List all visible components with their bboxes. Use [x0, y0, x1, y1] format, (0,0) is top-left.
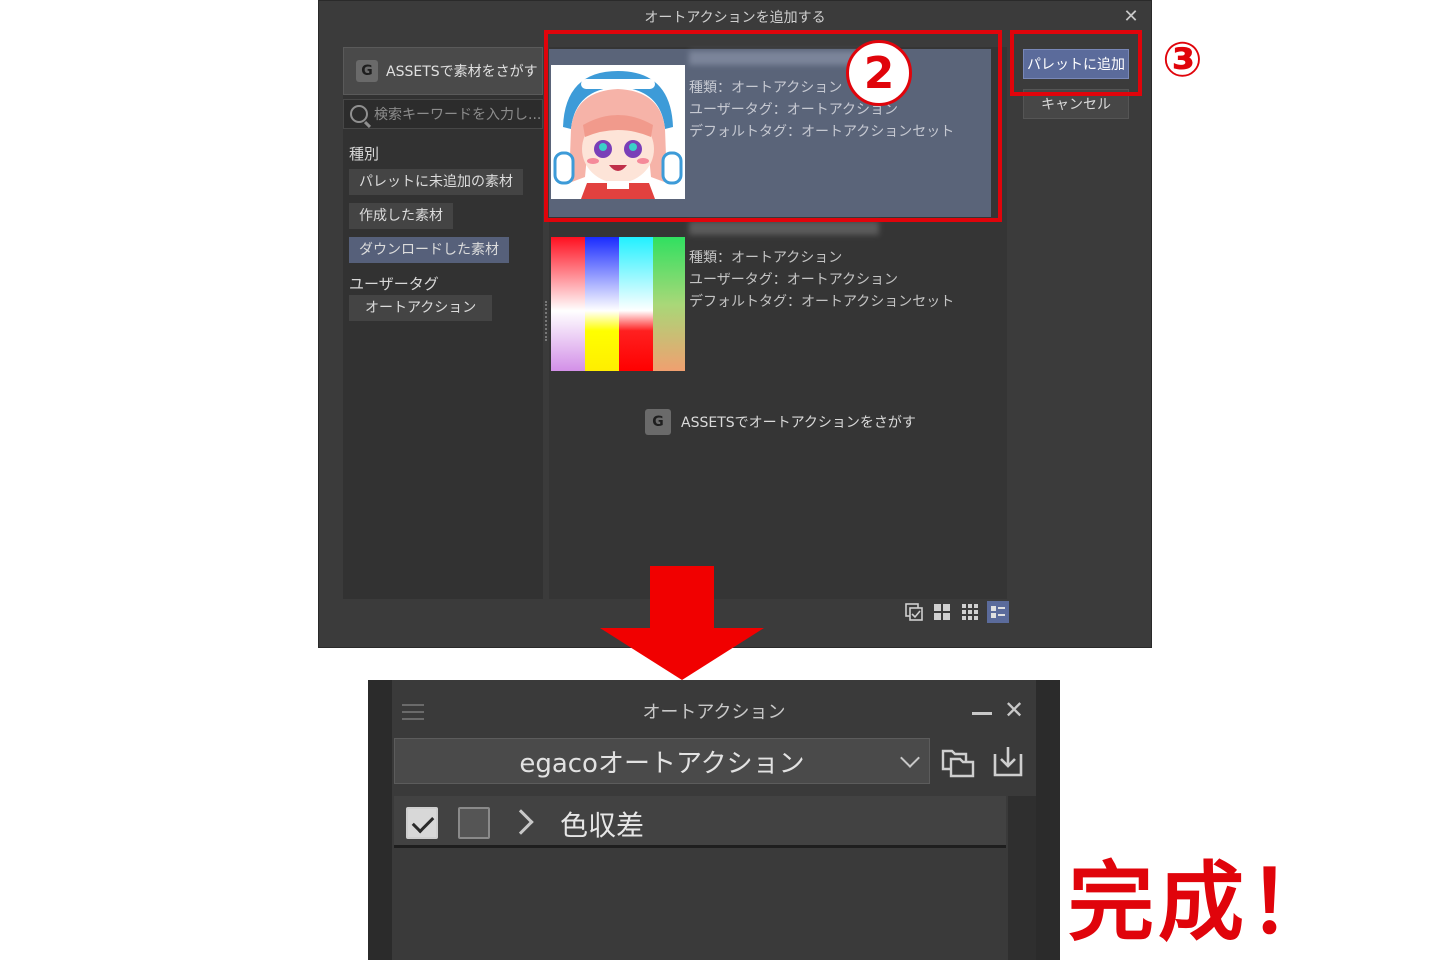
- view-mode-toolbar: [903, 601, 1009, 623]
- step3-badge: ③: [1162, 32, 1203, 88]
- search-auto-action-assets-link[interactable]: G ASSETSでオートアクションをさがす: [645, 409, 916, 435]
- search-assets-button[interactable]: G ASSETSで素材をさがす: [343, 47, 543, 95]
- keyword-search-input[interactable]: 検索キーワードを入力し...: [343, 99, 543, 129]
- step2-highlight-box: [544, 30, 1002, 222]
- chevron-down-icon: [900, 748, 920, 768]
- step2-badge: 2: [846, 40, 912, 106]
- palette-body: オートアクション ✕ egacoオートアクション 色収差: [392, 680, 1036, 960]
- item-default-tag: デフォルトタグ：オートアクションセット: [689, 294, 955, 310]
- list-view-icon[interactable]: [987, 601, 1009, 623]
- item-title-blurred: [689, 221, 879, 235]
- check-view-icon[interactable]: [903, 601, 925, 623]
- category-not-added[interactable]: パレットに未追加の素材: [349, 169, 523, 195]
- assets-link-label: ASSETSでオートアクションをさがす: [681, 415, 916, 431]
- search-icon: [350, 105, 368, 123]
- item-kind: 種類：オートアクション: [689, 250, 843, 266]
- item-thumbnail-gradient: [551, 237, 685, 371]
- dialog-title: オートアクションを追加する: [644, 10, 826, 26]
- auto-action-palette: オートアクション ✕ egacoオートアクション 色収差: [368, 680, 1060, 960]
- down-arrow-icon: [650, 566, 714, 630]
- enable-checkbox[interactable]: [406, 807, 438, 839]
- palette-scrollbar[interactable]: [1008, 796, 1036, 960]
- auto-action-set-select[interactable]: egacoオートアクション: [394, 738, 930, 784]
- step3-highlight-box: [1010, 30, 1142, 96]
- palette-title: オートアクション: [642, 702, 786, 723]
- search-assets-label: ASSETSで素材をさがす: [386, 64, 538, 80]
- usertag-heading: ユーザータグ: [349, 275, 439, 293]
- dialog-toggle-checkbox[interactable]: [458, 807, 490, 839]
- material-item-2[interactable]: 種類：オートアクション ユーザータグ：オートアクション デフォルトタグ：オートア…: [549, 219, 991, 387]
- chevron-right-icon[interactable]: [508, 809, 534, 835]
- done-caption: 完成！: [1068, 853, 1338, 953]
- open-folder-icon[interactable]: [938, 740, 978, 782]
- palette-close-icon[interactable]: ✕: [1004, 698, 1024, 722]
- panel-splitter[interactable]: [545, 301, 547, 341]
- category-heading: 種別: [349, 145, 380, 163]
- auto-action-set-name: egacoオートアクション: [519, 748, 805, 779]
- filter-sidebar: G ASSETSで素材をさがす 検索キーワードを入力し... 種別 パレットに未…: [343, 47, 543, 599]
- category-created[interactable]: 作成した素材: [349, 203, 453, 229]
- search-placeholder: 検索キーワードを入力し...: [374, 107, 542, 123]
- palette-minimize-icon[interactable]: [972, 712, 992, 715]
- category-downloaded[interactable]: ダウンロードした素材: [349, 237, 509, 263]
- assets-logo-icon: G: [645, 409, 671, 435]
- small-grid-icon[interactable]: [959, 601, 981, 623]
- usertag-auto-action[interactable]: オートアクション: [349, 295, 493, 321]
- down-arrow-head-icon: [600, 628, 764, 680]
- large-grid-icon[interactable]: [931, 601, 953, 623]
- dialog-close-icon[interactable]: ✕: [1119, 5, 1143, 29]
- auto-action-name: 色収差: [560, 809, 645, 842]
- item-user-tag: ユーザータグ：オートアクション: [689, 272, 899, 288]
- assets-logo-icon: G: [356, 60, 378, 82]
- import-icon[interactable]: [988, 740, 1028, 782]
- auto-action-row[interactable]: 色収差: [394, 796, 1006, 848]
